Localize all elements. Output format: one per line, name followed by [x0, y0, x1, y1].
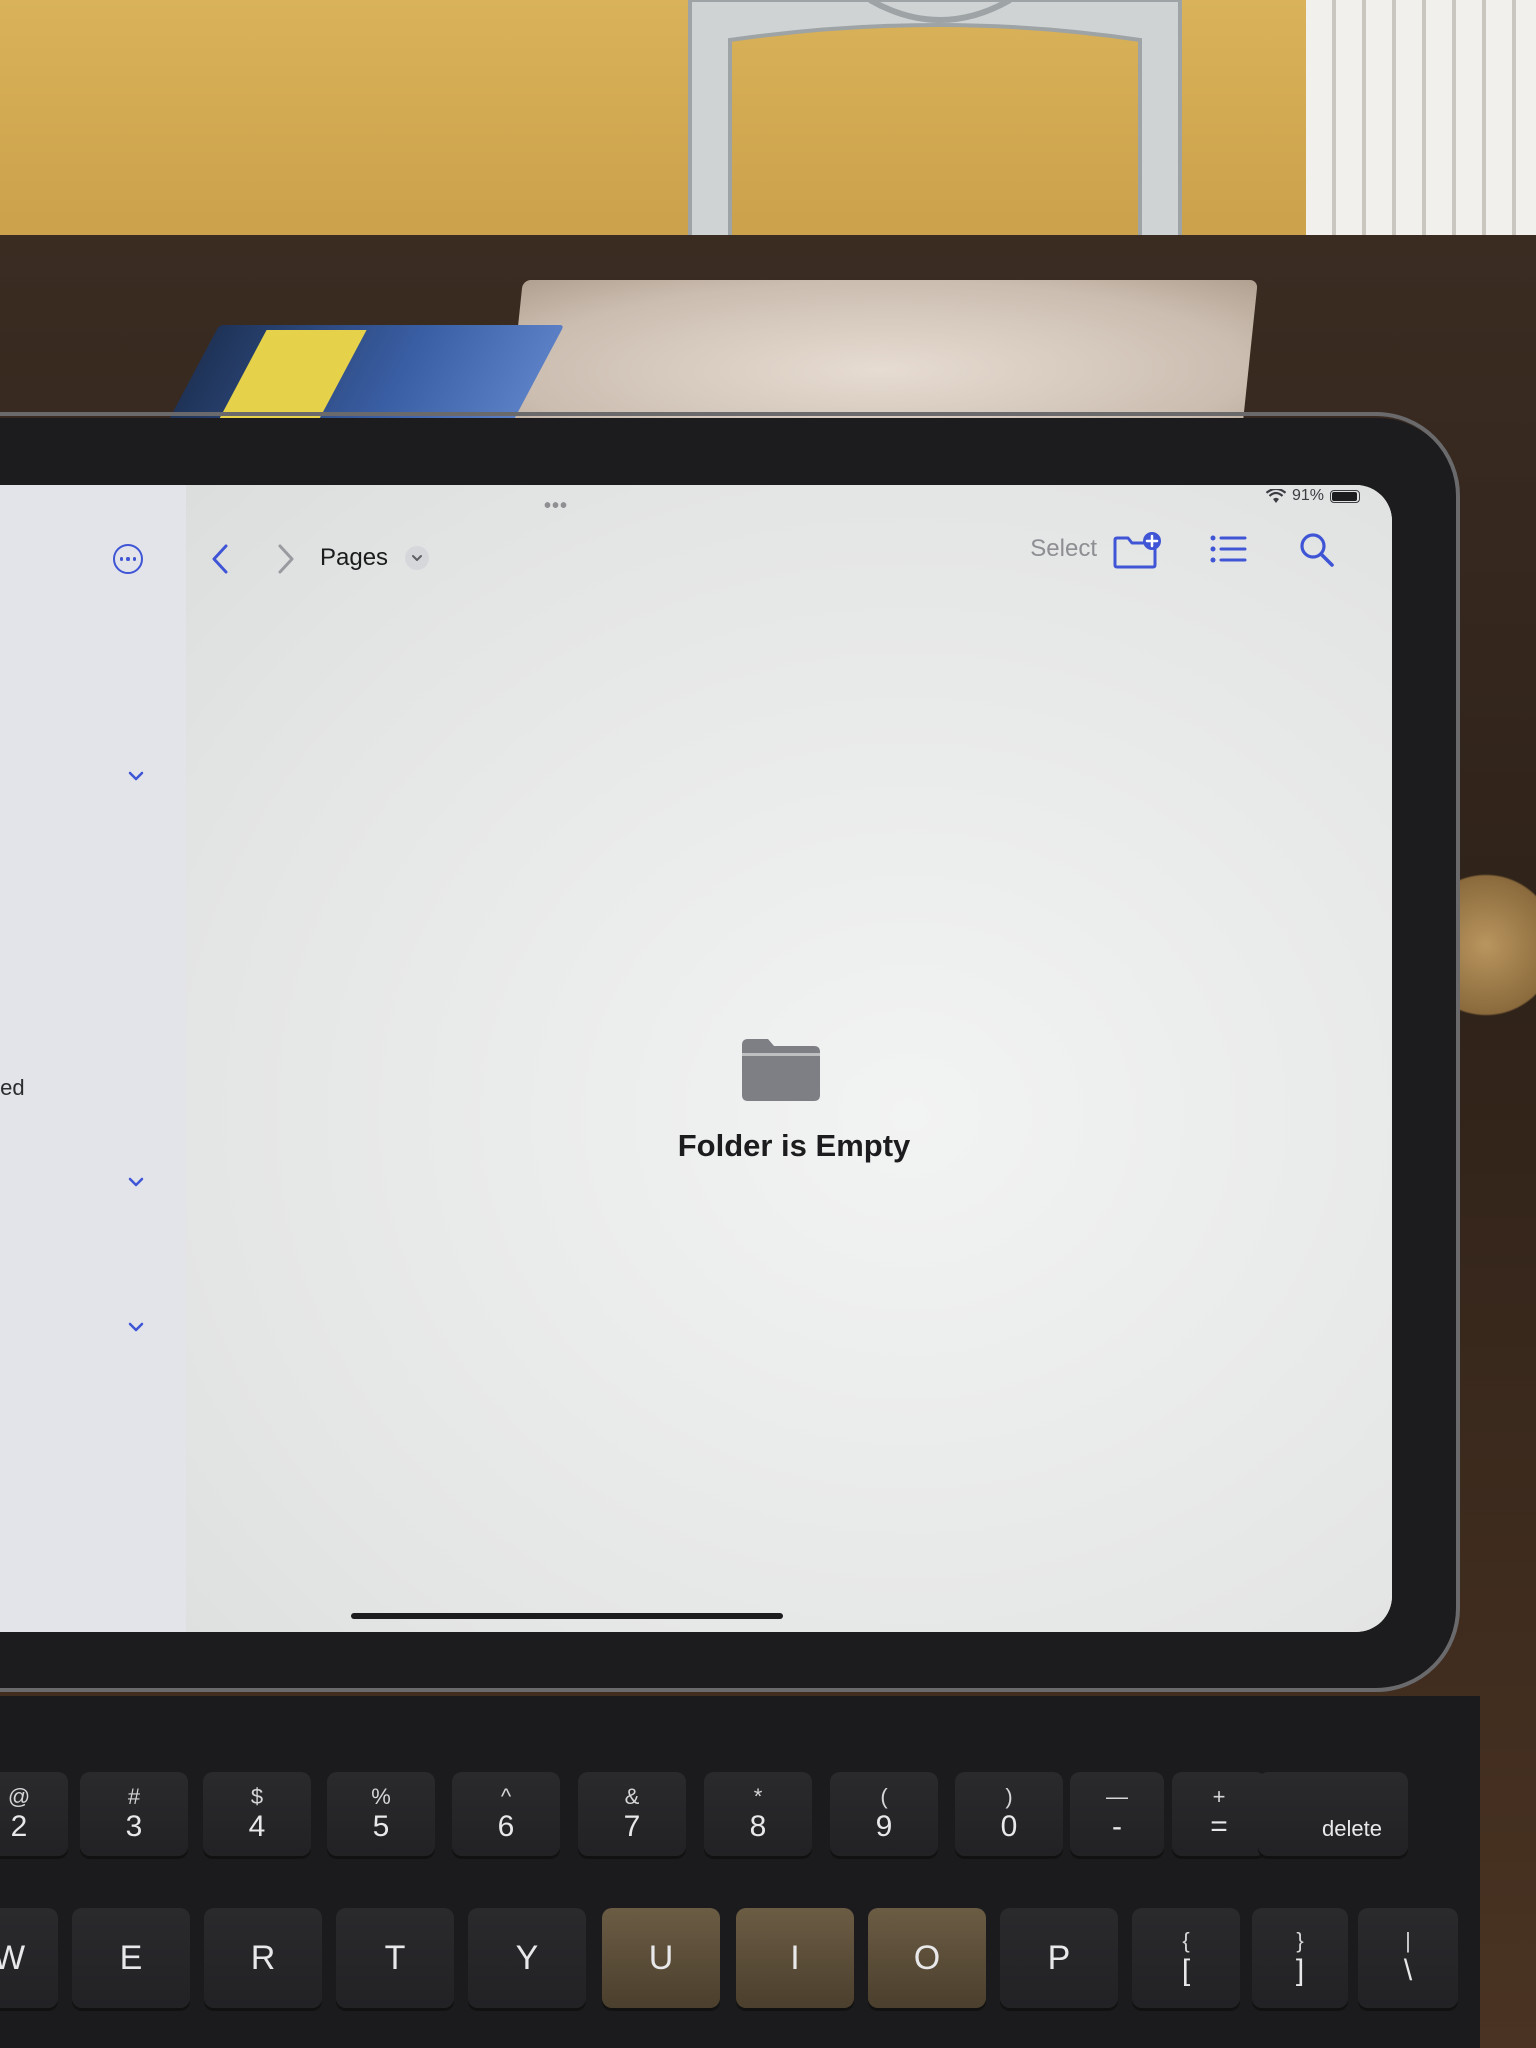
battery-percentage: 91% — [1291, 487, 1324, 504]
key-4[interactable]: $ 4 — [203, 1772, 311, 1856]
key-t[interactable]: T — [336, 1908, 454, 2008]
delete-key[interactable]: delete — [1258, 1772, 1408, 1856]
folder-icon — [742, 1039, 820, 1101]
key-right-bracket[interactable]: } ] — [1252, 1908, 1348, 2008]
key-u[interactable]: U — [602, 1908, 720, 2008]
back-button[interactable] — [210, 543, 230, 575]
key-backslash[interactable]: | \ — [1358, 1908, 1458, 2008]
file-browser: ••• 91% Pages Select Folder is Empty — [186, 485, 1392, 1632]
sidebar: ted — [0, 485, 187, 1632]
search-icon[interactable] — [1298, 531, 1336, 569]
ipad-screen: ted ••• 91% Pages — [0, 485, 1392, 1632]
more-options-button[interactable] — [113, 544, 143, 574]
key-5[interactable]: % 5 — [327, 1772, 435, 1856]
key-0[interactable]: ) 0 — [955, 1772, 1063, 1856]
chevron-down-icon[interactable] — [128, 1319, 144, 1335]
wifi-icon — [1265, 488, 1286, 503]
keyboard: @ 2 # 3 $ 4 % 5 ^ 6 & 7 * 8 ( 9 ) 0 — - … — [0, 1696, 1480, 2048]
key-e[interactable]: E — [72, 1908, 190, 2008]
chevron-down-icon[interactable] — [128, 1174, 144, 1190]
empty-folder-message: Folder is Empty — [677, 1128, 911, 1163]
list-view-icon[interactable] — [1209, 533, 1247, 565]
home-indicator[interactable] — [351, 1613, 783, 1619]
multitasking-handle[interactable]: ••• — [544, 495, 568, 518]
key-left-bracket[interactable]: { [ — [1132, 1908, 1240, 2008]
doily — [507, 280, 1258, 430]
status-bar: 91% — [1265, 487, 1360, 505]
sidebar-item-label: ted — [0, 1075, 25, 1100]
chevron-down-icon[interactable] — [128, 768, 144, 784]
key-i[interactable]: I — [736, 1908, 854, 2008]
key-8[interactable]: * 8 — [704, 1772, 812, 1856]
key-3[interactable]: # 3 — [80, 1772, 188, 1856]
key-equals[interactable]: + = — [1172, 1772, 1266, 1856]
breadcrumb[interactable]: Pages — [320, 544, 388, 572]
chair-back — [688, 0, 1182, 252]
key-7[interactable]: & 7 — [578, 1772, 686, 1856]
key-w[interactable]: W — [0, 1908, 58, 2008]
key-r[interactable]: R — [204, 1908, 322, 2008]
select-button[interactable]: Select — [1030, 535, 1097, 563]
key-2[interactable]: @ 2 — [0, 1772, 68, 1856]
key-o[interactable]: O — [868, 1908, 986, 2008]
chevron-down-icon — [412, 555, 422, 561]
breadcrumb-menu-button[interactable] — [405, 546, 429, 570]
forward-button[interactable] — [276, 543, 296, 575]
key-9[interactable]: ( 9 — [830, 1772, 938, 1856]
key-y[interactable]: Y — [468, 1908, 586, 2008]
key-p[interactable]: P — [1000, 1908, 1118, 2008]
new-folder-icon[interactable] — [1112, 531, 1162, 571]
battery-icon — [1330, 489, 1360, 503]
key-6[interactable]: ^ 6 — [452, 1772, 560, 1856]
key-minus[interactable]: — - — [1070, 1772, 1164, 1856]
